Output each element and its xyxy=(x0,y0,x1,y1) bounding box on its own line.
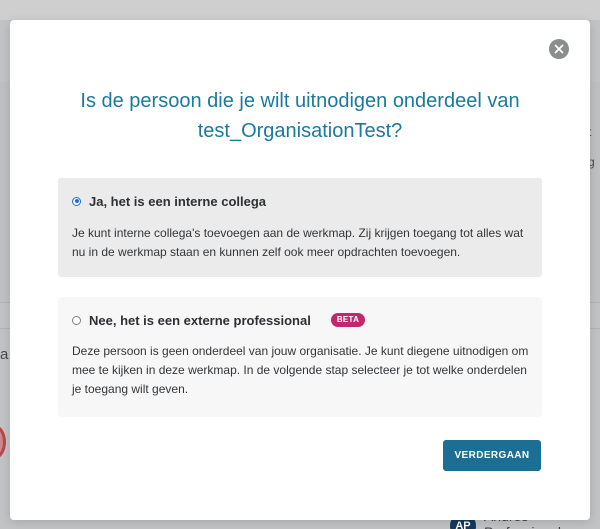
radio-external[interactable] xyxy=(72,315,81,325)
dialog-title: Is de persoon die je wilt uitnodigen ond… xyxy=(50,86,550,146)
beta-badge: BETA xyxy=(330,313,366,327)
invite-dialog: Is de persoon die je wilt uitnodigen ond… xyxy=(10,20,590,520)
option-description: Je kunt interne collega's toevoegen aan … xyxy=(72,226,524,259)
radio-internal[interactable] xyxy=(72,196,81,206)
dialog-title-line: test_OrganisationTest? xyxy=(197,120,403,142)
background-status-circle xyxy=(0,424,6,460)
continue-button[interactable]: VERDERGAAN xyxy=(443,440,541,471)
option-header: Nee, het is een externe professional BET… xyxy=(72,311,528,329)
option-external-professional[interactable]: Nee, het is een externe professional BET… xyxy=(58,297,542,417)
option-internal-colleague[interactable]: Ja, het is een interne collega Je kunt i… xyxy=(58,178,542,277)
option-header: Ja, het is een interne collega xyxy=(72,192,528,210)
background-top-bar xyxy=(0,0,600,20)
background-text-fragment: a xyxy=(0,346,9,363)
close-button[interactable] xyxy=(549,39,569,59)
close-icon xyxy=(554,44,564,54)
option-label: Ja, het is een interne collega xyxy=(89,193,267,209)
option-description: Deze persoon is geen onderdeel van jouw … xyxy=(72,344,529,396)
dialog-title-line: Is de persoon die je wilt uitnodigen ond… xyxy=(80,90,520,112)
option-label: Nee, het is een externe professional xyxy=(89,312,311,328)
